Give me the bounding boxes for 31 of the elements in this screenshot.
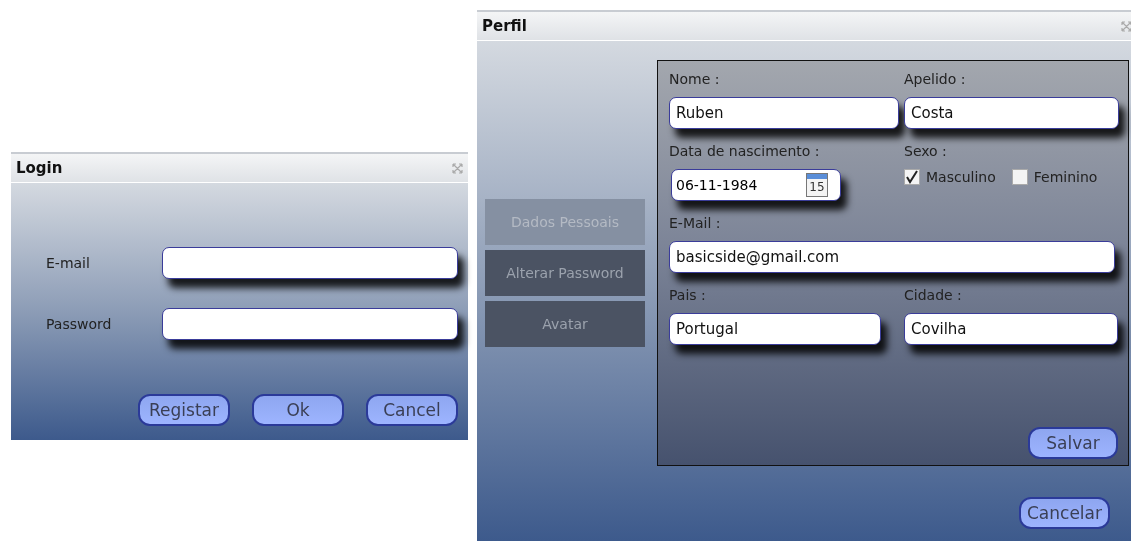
surname-field[interactable]: Costa bbox=[904, 97, 1119, 129]
dialog-button[interactable]: Cancel bbox=[366, 394, 458, 426]
calendar-icon[interactable]: 15 bbox=[806, 173, 828, 197]
window-title: Login bbox=[16, 159, 63, 177]
field-label: Apelido : bbox=[904, 71, 967, 87]
nav-item[interactable]: Avatar bbox=[485, 301, 645, 347]
checkbox-label: Feminino bbox=[1033, 169, 1098, 185]
cancel-button[interactable]: Cancelar bbox=[1019, 497, 1110, 529]
field-label: Pais : bbox=[669, 287, 707, 303]
field-label: Sexo : bbox=[904, 143, 948, 159]
checkbox-label: Masculino bbox=[926, 169, 996, 185]
field-label: E-mail bbox=[46, 255, 91, 271]
city-field[interactable]: Covilha bbox=[904, 313, 1118, 345]
nav-item[interactable]: Alterar Password bbox=[485, 250, 645, 296]
field-label: Cidade : bbox=[904, 287, 963, 303]
email-field[interactable]: basicside@gmail.com bbox=[669, 241, 1115, 273]
checkbox[interactable] bbox=[904, 169, 920, 185]
name-field[interactable]: Ruben bbox=[669, 97, 899, 129]
field-label: Data de nascimento : bbox=[669, 143, 821, 159]
date-field[interactable]: 06-11-1984 15 bbox=[671, 169, 841, 201]
field-label: Nome : bbox=[669, 71, 721, 87]
field-label: Password bbox=[46, 316, 113, 332]
input-field[interactable] bbox=[162, 247, 458, 279]
input-field[interactable] bbox=[162, 308, 458, 340]
dialog-button[interactable]: Ok bbox=[252, 394, 344, 426]
field-label: E-Mail : bbox=[669, 215, 722, 231]
dialog-button[interactable]: Registar bbox=[138, 394, 230, 426]
window-title: Perfil bbox=[482, 17, 527, 35]
country-field[interactable]: Portugal bbox=[669, 313, 881, 345]
save-button[interactable]: Salvar bbox=[1028, 427, 1118, 459]
checkbox[interactable] bbox=[1011, 169, 1028, 185]
